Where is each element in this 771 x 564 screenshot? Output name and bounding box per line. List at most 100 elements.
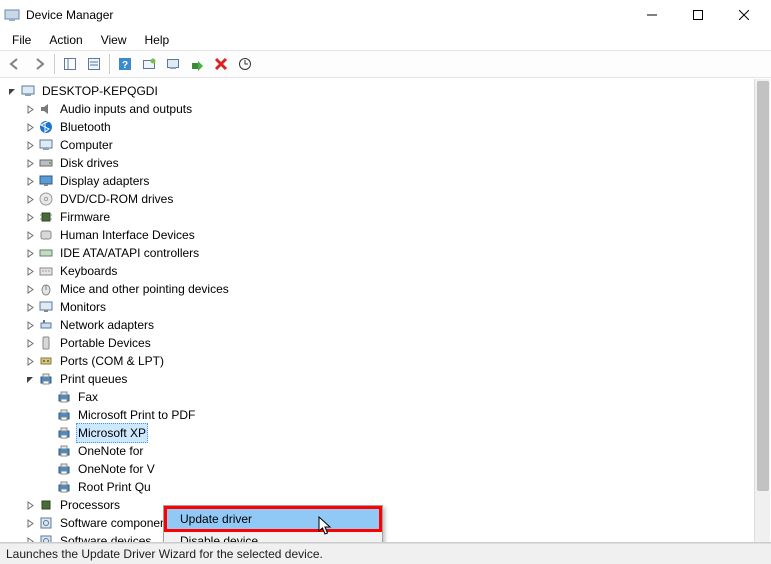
tree-root[interactable]: DESKTOP-KEPQGDI [6,82,771,100]
context-menu-item[interactable]: Update driver [166,508,380,530]
tree-device[interactable]: Microsoft XP [6,424,771,442]
uninstall-button[interactable] [210,53,232,75]
expand-arrow-icon[interactable] [24,499,36,511]
scan-hardware-button[interactable] [234,53,256,75]
maximize-button[interactable] [675,0,721,30]
tree-node-label: Portable Devices [58,334,153,352]
tree-device[interactable]: Fax [6,388,771,406]
update-driver-button[interactable] [162,53,184,75]
tree-category[interactable]: Display adapters [6,172,771,190]
minimize-button[interactable] [629,0,675,30]
speaker-icon [38,101,54,117]
titlebar: Device Manager [0,0,771,30]
expand-arrow-icon[interactable] [24,283,36,295]
expand-arrow-icon[interactable] [24,211,36,223]
expand-arrow-icon[interactable] [24,193,36,205]
menu-help[interactable]: Help [137,31,178,49]
tree-category[interactable]: Firmware [6,208,771,226]
arrow-placeholder [42,463,54,475]
tree-category[interactable]: Software components [6,514,771,532]
tree-category[interactable]: Disk drives [6,154,771,172]
expand-arrow-icon[interactable] [24,229,36,241]
disk-icon [38,155,54,171]
close-button[interactable] [721,0,767,30]
tree-node-label: Ports (COM & LPT) [58,352,166,370]
arrow-placeholder [42,391,54,403]
expand-arrow-icon[interactable] [24,265,36,277]
tree-category[interactable]: Computer [6,136,771,154]
expand-arrow-icon[interactable] [24,121,36,133]
expand-arrow-icon[interactable] [24,517,36,529]
toolbar-separator [109,54,110,74]
tree-device[interactable]: Root Print Qu [6,478,771,496]
arrow-placeholder [42,481,54,493]
device-tree[interactable]: DESKTOP-KEPQGDIAudio inputs and outputsB… [0,78,771,543]
show-hide-tree-button[interactable] [59,53,81,75]
tree-node-label: Monitors [58,298,108,316]
expand-arrow-icon[interactable] [24,157,36,169]
printer-icon [56,407,72,423]
tree-category[interactable]: IDE ATA/ATAPI controllers [6,244,771,262]
tree-category[interactable]: Human Interface Devices [6,226,771,244]
tree-category[interactable]: Ports (COM & LPT) [6,352,771,370]
expand-arrow-icon[interactable] [24,535,36,543]
tree-node-label: OneNote for V [76,460,157,478]
forward-button[interactable] [28,53,50,75]
back-button[interactable] [4,53,26,75]
context-menu-item[interactable]: Disable device [166,530,380,543]
tree-node-label: Computer [58,136,115,154]
tree-category[interactable]: Monitors [6,298,771,316]
menu-file[interactable]: File [4,31,39,49]
expand-arrow-icon[interactable] [24,319,36,331]
display-icon [38,173,54,189]
tree-category[interactable]: Audio inputs and outputs [6,100,771,118]
expand-arrow-icon[interactable] [24,337,36,349]
tree-category[interactable]: Processors [6,496,771,514]
sw-icon [38,533,54,543]
expand-arrow-icon[interactable] [24,175,36,187]
menu-view[interactable]: View [93,31,135,49]
disc-icon [38,191,54,207]
tree-device[interactable]: OneNote for [6,442,771,460]
expand-arrow-icon[interactable] [24,103,36,115]
tree-category[interactable]: Network adapters [6,316,771,334]
chip-icon [38,209,54,225]
expand-arrow-icon[interactable] [24,247,36,259]
tree-device[interactable]: OneNote for V [6,460,771,478]
collapse-arrow-icon[interactable] [6,85,18,97]
printer-icon [56,443,72,459]
expand-arrow-icon[interactable] [24,301,36,313]
tree-device[interactable]: Microsoft Print to PDF [6,406,771,424]
scrollbar-thumb[interactable] [757,81,769,491]
enable-device-button[interactable] [186,53,208,75]
mouse-icon [38,281,54,297]
bluetooth-icon [38,119,54,135]
properties-button[interactable] [83,53,105,75]
tree-node-label: IDE ATA/ATAPI controllers [58,244,201,262]
tree-category[interactable]: Software devices [6,532,771,543]
tree-node-label: Disk drives [58,154,121,172]
tree-category[interactable]: Mice and other pointing devices [6,280,771,298]
computer_root-icon [20,83,36,99]
arrow-placeholder [42,445,54,457]
tree-node-label: Software components [58,514,178,532]
tree-category[interactable]: DVD/CD-ROM drives [6,190,771,208]
collapse-arrow-icon[interactable] [24,373,36,385]
help-button[interactable]: ? [114,53,136,75]
expand-arrow-icon[interactable] [24,139,36,151]
printer-icon [38,371,54,387]
tree-node-label: Print queues [58,370,129,388]
tree-category[interactable]: Keyboards [6,262,771,280]
expand-arrow-icon[interactable] [24,355,36,367]
vertical-scrollbar[interactable] [754,79,770,542]
tree-node-label: Fax [76,388,100,406]
menubar: File Action View Help [0,30,771,50]
hid-icon [38,227,54,243]
scan-button[interactable] [138,53,160,75]
tree-category[interactable]: Bluetooth [6,118,771,136]
menu-action[interactable]: Action [41,31,90,49]
svg-text:?: ? [122,60,128,71]
tree-category[interactable]: Portable Devices [6,334,771,352]
tree-category-print-queues[interactable]: Print queues [6,370,771,388]
monitor-icon [38,299,54,315]
